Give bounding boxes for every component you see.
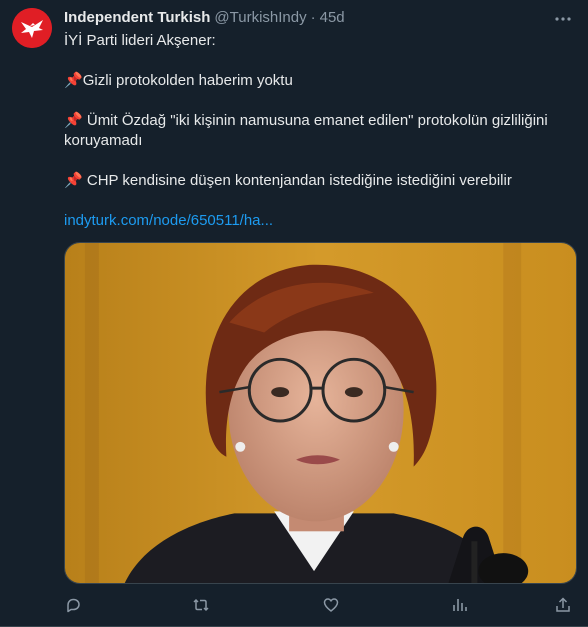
pushpin-icon: 📌 <box>64 172 83 189</box>
more-horizontal-icon <box>555 17 571 21</box>
tweet-line: İYİ Parti lideri Akşener: <box>64 32 216 49</box>
pushpin-icon: 📌 <box>64 72 83 89</box>
like-button[interactable] <box>322 596 342 616</box>
avatar[interactable] <box>12 8 52 48</box>
retweet-button[interactable] <box>192 596 212 616</box>
tweet-text: İYİ Parti lideri Akşener: 📌Gizli protoko… <box>64 31 578 231</box>
tweet-photo[interactable] <box>64 242 577 584</box>
tweet-card[interactable]: Independent Turkish @TurkishIndy · 45d İ… <box>0 0 588 627</box>
more-options-button[interactable] <box>552 8 574 30</box>
retweet-icon <box>193 598 209 612</box>
tweet-actions <box>64 596 578 618</box>
photo-image <box>65 243 576 583</box>
tweet-header: Independent Turkish @TurkishIndy · 45d <box>64 8 578 28</box>
tweet-line-text: CHP kendisine düşen kontenjandan istediğ… <box>82 172 512 189</box>
tweet-line-text: Ümit Özdağ "iki kişinin namusuna emanet … <box>64 112 548 149</box>
views-button[interactable] <box>450 596 470 616</box>
tweet-time[interactable]: 45d <box>320 8 345 28</box>
pushpin-icon: 📌 <box>64 112 83 129</box>
reply-button[interactable] <box>64 596 84 616</box>
tweet-content: Independent Turkish @TurkishIndy · 45d İ… <box>64 8 578 231</box>
tweet-link[interactable]: indyturk.com/node/650511/ha... <box>64 212 273 229</box>
author-display-name[interactable]: Independent Turkish <box>64 8 210 28</box>
eagle-logo-icon <box>12 8 52 48</box>
like-icon <box>323 598 339 612</box>
tweet-link-line: indyturk.com/node/650511/ha... <box>64 211 578 231</box>
share-icon <box>556 597 570 612</box>
tweet-line: 📌Gizli protokolden haberim yoktu <box>64 71 578 91</box>
author-handle[interactable]: @TurkishIndy <box>214 8 306 28</box>
tweet-line: 📌 CHP kendisine düşen kontenjandan isted… <box>64 171 578 191</box>
reply-icon <box>67 598 80 613</box>
tweet-line-text: Gizli protokolden haberim yoktu <box>82 72 293 89</box>
views-icon <box>453 599 467 611</box>
tweet-line: 📌 Ümit Özdağ "iki kişinin namusuna emane… <box>64 111 578 151</box>
header-separator: · <box>310 9 316 26</box>
share-button[interactable] <box>554 596 574 616</box>
